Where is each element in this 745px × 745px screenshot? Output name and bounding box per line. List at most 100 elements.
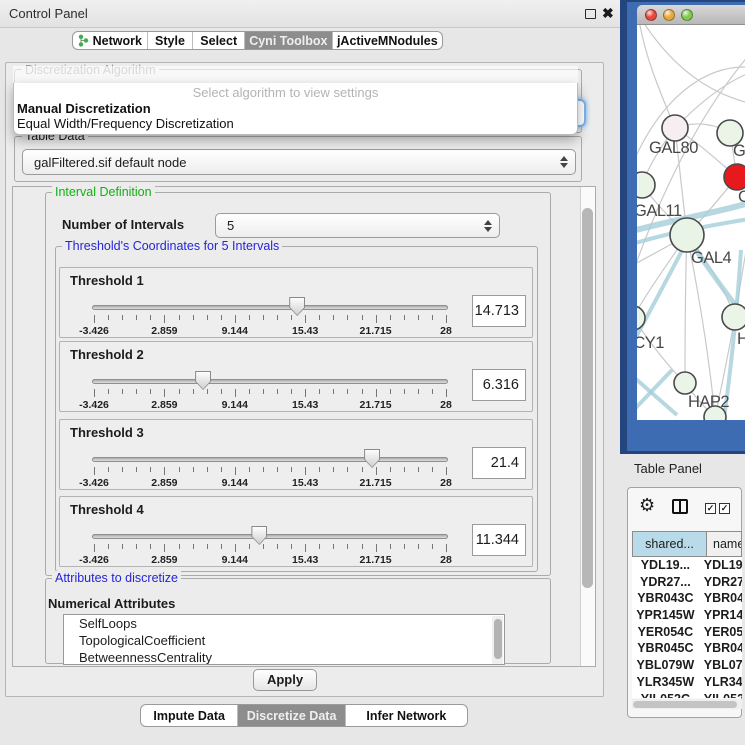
table-hscrollbar[interactable]	[632, 699, 742, 709]
tick-mark	[390, 315, 391, 320]
tick-mark	[122, 315, 123, 320]
close-traffic-light[interactable]	[645, 9, 657, 21]
tick-mark	[179, 315, 180, 320]
tick-mark	[362, 467, 363, 472]
network-node-gal4[interactable]	[670, 218, 704, 252]
attribute-item-betweennesscentrality[interactable]: BetweennessCentrality	[64, 649, 504, 665]
number-of-intervals-combobox[interactable]: 5	[215, 213, 500, 238]
bottom-tab-discretize-data[interactable]: Discretize Data	[237, 705, 344, 726]
tick-mark	[333, 389, 334, 394]
tab-network[interactable]: Network	[73, 32, 147, 49]
popup-item-equal-width-frequency[interactable]: Equal Width/Frequency Discretization	[17, 117, 574, 131]
attribute-item-selfloops[interactable]: SelfLoops	[64, 615, 504, 632]
network-node-label: GAL4	[691, 249, 732, 267]
thresholds-group-title: Threshold's Coordinates for 5 Intervals	[62, 239, 282, 253]
network-node[interactable]	[704, 406, 726, 420]
tab-jactivemnodules[interactable]: jActiveMNodules	[332, 32, 442, 49]
table-data-combobox[interactable]: galFiltered.sif default node	[22, 149, 576, 175]
network-node-gal80[interactable]	[662, 115, 688, 141]
zoom-traffic-light[interactable]	[681, 9, 693, 21]
tick-label: 15.43	[283, 399, 327, 411]
gear-icon[interactable]: ⚙	[639, 495, 655, 516]
tick-mark	[235, 315, 236, 323]
threshold-2-slider-thumb[interactable]	[195, 371, 211, 390]
threshold-label: Threshold 2	[70, 347, 144, 362]
tick-mark	[193, 315, 194, 320]
cell-name: YIL052C	[699, 691, 742, 699]
network-node-label: C	[738, 188, 745, 206]
network-window-titlebar[interactable]	[637, 5, 745, 25]
table-row[interactable]: YIL052CYIL052C	[632, 691, 742, 699]
bottom-tab-infer-network[interactable]: Infer Network	[345, 705, 467, 726]
attributes-list-scrollbar[interactable]	[492, 616, 503, 664]
settings-scrollbar-thumb[interactable]	[582, 208, 593, 588]
bottom-tab-impute-data[interactable]: Impute Data	[141, 705, 237, 726]
checked-box-icon[interactable]: ✓	[705, 503, 716, 514]
tab-cyni-toolbox[interactable]: Cyni Toolbox	[244, 32, 332, 49]
checked-box-icon[interactable]: ✓	[719, 503, 730, 514]
threshold-1-slider-thumb[interactable]	[289, 297, 305, 316]
tick-mark	[94, 389, 95, 397]
cell-shared-name: YLR345W	[632, 674, 699, 691]
threshold-1-row: Threshold 1-3.4262.8599.14415.4321.71528…	[59, 267, 533, 338]
tick-mark	[446, 389, 447, 397]
control-panel-tab-bar: NetworkStyleSelectCyni ToolboxjActiveMNo…	[72, 31, 443, 50]
attribute-item-topologicalcoefficient[interactable]: TopologicalCoefficient	[64, 632, 504, 649]
network-node-gal11[interactable]	[637, 172, 655, 198]
tick-mark	[193, 544, 194, 549]
tick-mark	[207, 315, 208, 320]
tick-mark	[136, 544, 137, 549]
table-row[interactable]: YDR27...YDR27...	[632, 574, 742, 591]
table-row[interactable]: YLR345WYLR345W	[632, 674, 742, 691]
control-panel-titlebar: Control Panel ✖	[0, 0, 620, 28]
threshold-2-value-field[interactable]: 6.316	[472, 369, 526, 401]
tab-style[interactable]: Style	[147, 32, 193, 49]
popup-item-manual-discretization[interactable]: Manual Discretization	[17, 102, 574, 116]
threshold-3-slider-thumb[interactable]	[364, 449, 380, 468]
cell-shared-name: YBR045C	[632, 640, 699, 657]
threshold-2-slider-track[interactable]	[92, 379, 448, 384]
cell-name: YER054C	[699, 624, 742, 641]
tick-mark	[136, 315, 137, 320]
tick-mark	[376, 544, 377, 552]
network-node-c[interactable]	[724, 164, 745, 190]
threshold-4-slider-track[interactable]	[92, 534, 448, 539]
table-header-shared-name[interactable]: shared...	[632, 531, 707, 557]
split-columns-icon[interactable]	[672, 499, 688, 514]
tick-mark	[347, 389, 348, 394]
table-row[interactable]: YPR145WYPR145W	[632, 607, 742, 624]
threshold-1-value-field[interactable]: 14.713	[472, 295, 526, 327]
table-row[interactable]: YBL079WYBL079W	[632, 657, 742, 674]
network-node-h[interactable]	[722, 304, 745, 330]
threshold-4-value-field[interactable]: 11.344	[472, 524, 526, 556]
tick-mark	[376, 315, 377, 323]
tick-mark	[136, 467, 137, 472]
table-row[interactable]: YER054CYER054C	[632, 624, 742, 641]
network-canvas[interactable]: GAL80GCGAL11GAL4GCY1HHAP2	[637, 25, 745, 420]
table-row[interactable]: YDL19...YDL19...	[632, 557, 742, 574]
table-row[interactable]: YBR043CYBR043C	[632, 590, 742, 607]
tick-mark	[235, 544, 236, 552]
tick-mark	[263, 467, 264, 472]
tick-label: 15.43	[283, 477, 327, 489]
table-row[interactable]: YBR045CYBR045C	[632, 640, 742, 657]
minimize-traffic-light[interactable]	[663, 9, 675, 21]
threshold-4-slider-thumb[interactable]	[251, 526, 267, 545]
tick-mark	[432, 467, 433, 472]
close-icon[interactable]: ✖	[602, 5, 614, 22]
tick-mark	[404, 389, 405, 394]
network-node-hap2[interactable]	[674, 372, 696, 394]
tick-label: 21.715	[354, 477, 398, 489]
tab-select[interactable]: Select	[192, 32, 244, 49]
tick-label: 28	[424, 477, 468, 489]
table-header-name[interactable]: name	[707, 531, 742, 557]
cell-shared-name: YBL079W	[632, 657, 699, 674]
network-node-label: GAL80	[649, 139, 698, 157]
threshold-3-value-field[interactable]: 21.4	[472, 447, 526, 479]
apply-button[interactable]: Apply	[253, 669, 317, 691]
float-window-icon[interactable]	[585, 9, 596, 19]
tick-mark	[362, 389, 363, 394]
threshold-3-slider-track[interactable]	[92, 457, 448, 462]
tick-mark	[305, 467, 306, 475]
threshold-1-slider-track[interactable]	[92, 305, 448, 310]
